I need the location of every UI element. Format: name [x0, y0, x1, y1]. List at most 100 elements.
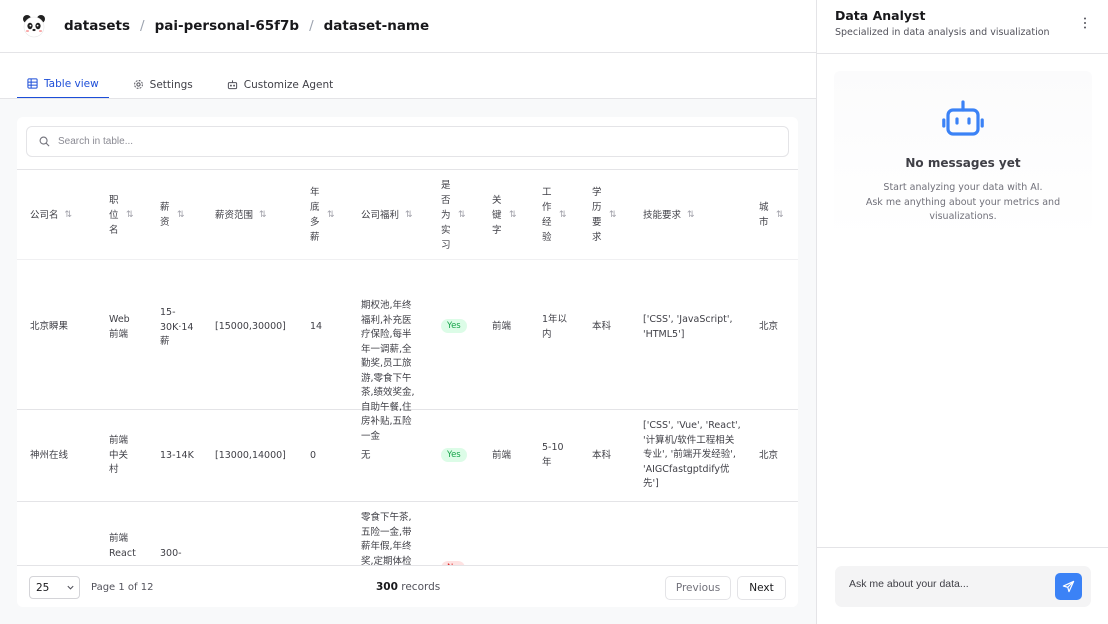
sort-icon[interactable]: ⇅ [458, 210, 466, 220]
column-header-bonus[interactable]: 年底多薪 ⇅ [310, 170, 335, 260]
send-button[interactable] [1055, 573, 1082, 600]
column-label: 关键字 [492, 194, 502, 236]
sort-icon[interactable]: ⇅ [509, 210, 517, 220]
column-header-city[interactable]: 城市 ⇅ [759, 170, 784, 260]
breadcrumb-separator: / [309, 18, 314, 34]
send-icon [1062, 580, 1075, 593]
cell-education: 本科 [592, 450, 612, 461]
column-label: 年底多薪 [310, 187, 320, 243]
cell-salary-range: [15000,30000] [215, 321, 286, 332]
empty-description-line: Start analyzing your data with AI. [883, 182, 1043, 193]
breadcrumb: datasets / pai-personal-65f7b / dataset-… [64, 18, 429, 34]
table-row[interactable]: 北京瞬果 Web前端 15-30K·14薪 [15000,30000] 14 期… [17, 240, 798, 442]
page-info: Page 1 of 12 [91, 582, 154, 593]
column-label: 学历要求 [592, 187, 602, 243]
panda-logo-icon[interactable] [22, 14, 46, 38]
column-header-keyword[interactable]: 关键字 ⇅ [492, 170, 517, 260]
dataset-pane: datasets / pai-personal-65f7b / dataset-… [0, 0, 816, 624]
page-size-select[interactable]: 25 [29, 576, 80, 599]
sort-icon[interactable]: ⇅ [65, 210, 73, 220]
column-header-position[interactable]: 职位名 ⇅ [109, 170, 134, 260]
cell-experience: 5-10年 [542, 442, 564, 468]
next-page-button[interactable]: Next [737, 576, 786, 600]
tab-label: Settings [149, 78, 193, 91]
cell-keyword: 前端 [492, 321, 512, 332]
previous-page-button[interactable]: Previous [665, 576, 731, 600]
column-label: 薪资范围 [215, 209, 254, 221]
breadcrumb-dataset: dataset-name [323, 18, 430, 34]
more-options-icon[interactable] [1083, 16, 1087, 30]
column-label: 公司名 [30, 209, 59, 221]
search-icon [39, 136, 50, 147]
robot-icon [942, 100, 984, 136]
empty-state: No messages yet Start analyzing your dat… [834, 71, 1092, 241]
cell-skills: ['CSS', 'JavaScript', 'HTML5'] [643, 314, 733, 340]
gear-icon [133, 80, 143, 89]
column-header-salary-range[interactable]: 薪资范围 ⇅ [215, 170, 267, 260]
pagination-bar: 25 Page 1 of 12 300 records Previous Nex… [17, 565, 798, 607]
cell-education: 本科 [592, 321, 612, 332]
agent-header: Data Analyst Specialized in data analysi… [817, 0, 1108, 54]
status-badge: Yes [441, 448, 467, 462]
column-header-intern[interactable]: 是否为实习 ⇅ [441, 170, 466, 260]
empty-title: No messages yet [905, 156, 1021, 170]
cell-position: Web前端 [109, 314, 130, 340]
sort-icon[interactable]: ⇅ [177, 210, 185, 220]
table-row[interactable]: 前端React 300- 零食下午茶,五险一金,带薪年假,年终奖,定期体检 No [17, 502, 798, 565]
column-header-experience[interactable]: 工作经验 ⇅ [542, 170, 567, 260]
column-header-welfare[interactable]: 公司福利 ⇅ [361, 170, 413, 260]
agent-panel: Data Analyst Specialized in data analysi… [816, 0, 1108, 624]
agent-subtitle: Specialized in data analysis and visuali… [835, 27, 1050, 38]
empty-description-line: Ask me anything about your metrics and v… [865, 196, 1061, 223]
breadcrumb-datasets[interactable]: datasets [64, 18, 130, 34]
column-header-salary[interactable]: 薪资 ⇅ [160, 170, 185, 260]
column-label: 公司福利 [361, 209, 400, 221]
column-header-company[interactable]: 公司名 ⇅ [30, 170, 72, 260]
cell-welfare: 无 [361, 450, 371, 461]
chat-input-box [835, 566, 1091, 607]
cell-city: 北京 [759, 321, 779, 332]
table-row[interactable]: 神州在线 前端中关村 13-14K [13000,14000] 0 无 Yes … [17, 410, 798, 502]
cell-salary: 13-14K [160, 450, 194, 461]
search-input[interactable] [58, 136, 658, 147]
sort-icon[interactable]: ⇅ [559, 210, 567, 220]
sort-icon[interactable]: ⇅ [259, 210, 267, 220]
chat-input[interactable] [849, 578, 1049, 590]
column-label: 工作经验 [542, 187, 552, 243]
cell-position: 前端React [109, 533, 136, 559]
top-bar: datasets / pai-personal-65f7b / dataset-… [0, 0, 816, 53]
breadcrumb-workspace[interactable]: pai-personal-65f7b [155, 18, 299, 34]
data-table: 公司名 ⇅ 职位名 ⇅ 薪资 ⇅ 薪资范围 ⇅ 年底多薪 ⇅ 公司福利 ⇅ 是否为实习 ⇅ 关… [17, 169, 798, 565]
sort-icon[interactable]: ⇅ [327, 210, 335, 220]
sort-icon[interactable]: ⇅ [776, 210, 784, 220]
cell-position: 前端中关村 [109, 435, 129, 475]
tab-label: Table view [44, 77, 99, 90]
status-badge: Yes [441, 319, 467, 333]
cell-welfare: 零食下午茶,五险一金,带薪年假,年终奖,定期体检 [361, 512, 412, 565]
record-count-value: 300 [376, 581, 398, 593]
chevron-down-icon [67, 585, 74, 590]
bot-icon [227, 80, 237, 90]
cell-company: 北京瞬果 [30, 321, 69, 332]
sort-icon[interactable]: ⇅ [126, 210, 134, 220]
tab-customize-agent[interactable]: Customize Agent [217, 70, 344, 99]
table-search [26, 126, 789, 157]
sort-icon[interactable]: ⇅ [609, 210, 617, 220]
record-count-label: records [401, 581, 441, 593]
cell-skills: ['CSS', 'Vue', 'React', '计算机/软件工程相关专业', … [643, 420, 741, 489]
chat-composer [817, 547, 1108, 624]
tab-table-view[interactable]: Table view [17, 70, 109, 99]
record-count: 300 records [376, 581, 440, 593]
breadcrumb-separator: / [140, 18, 145, 34]
column-header-education[interactable]: 学历要求 ⇅ [592, 170, 617, 260]
tab-settings[interactable]: Settings [123, 70, 203, 99]
column-label: 职位名 [109, 194, 119, 236]
app-window: datasets / pai-personal-65f7b / dataset-… [0, 0, 1108, 624]
cell-keyword: 前端 [492, 450, 512, 461]
column-label: 技能要求 [643, 209, 682, 221]
sort-icon[interactable]: ⇅ [405, 210, 413, 220]
cell-bonus: 14 [310, 321, 323, 332]
column-header-skills[interactable]: 技能要求 ⇅ [643, 170, 695, 260]
sort-icon[interactable]: ⇅ [687, 210, 695, 220]
cell-company: 神州在线 [30, 450, 69, 461]
